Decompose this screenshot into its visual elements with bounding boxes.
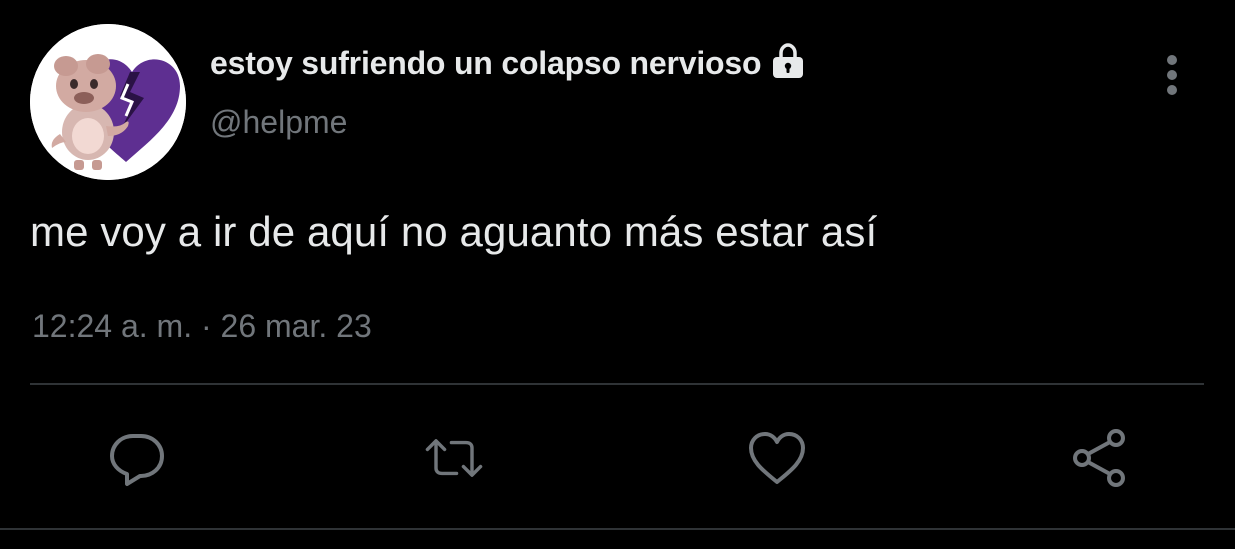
share-button[interactable] <box>1070 428 1130 488</box>
tweet-detail: estoy sufriendo un colapso nervioso @hel… <box>0 0 1235 549</box>
heart-icon <box>749 432 805 484</box>
reply-button[interactable] <box>107 428 167 488</box>
tweet-text: me voy a ir de aquí no aguanto más estar… <box>30 208 878 255</box>
lock-icon <box>769 42 807 80</box>
display-name[interactable]: estoy sufriendo un colapso nervioso <box>210 45 762 82</box>
retweet-button[interactable] <box>424 428 484 488</box>
reply-icon <box>110 434 164 486</box>
more-vertical-icon <box>1167 55 1177 95</box>
avatar-image <box>30 24 186 180</box>
divider <box>30 383 1204 385</box>
tweet-timestamp[interactable]: 12:24 a. m. · 26 mar. 23 <box>32 308 372 345</box>
display-name-row: estoy sufriendo un colapso nervioso <box>210 40 807 86</box>
retweet-icon <box>425 439 483 477</box>
share-icon <box>1073 429 1125 487</box>
divider <box>0 528 1235 530</box>
user-handle[interactable]: @helpme <box>210 104 347 141</box>
avatar[interactable] <box>30 24 186 180</box>
more-options-button[interactable] <box>1150 50 1194 100</box>
like-button[interactable] <box>747 428 807 488</box>
